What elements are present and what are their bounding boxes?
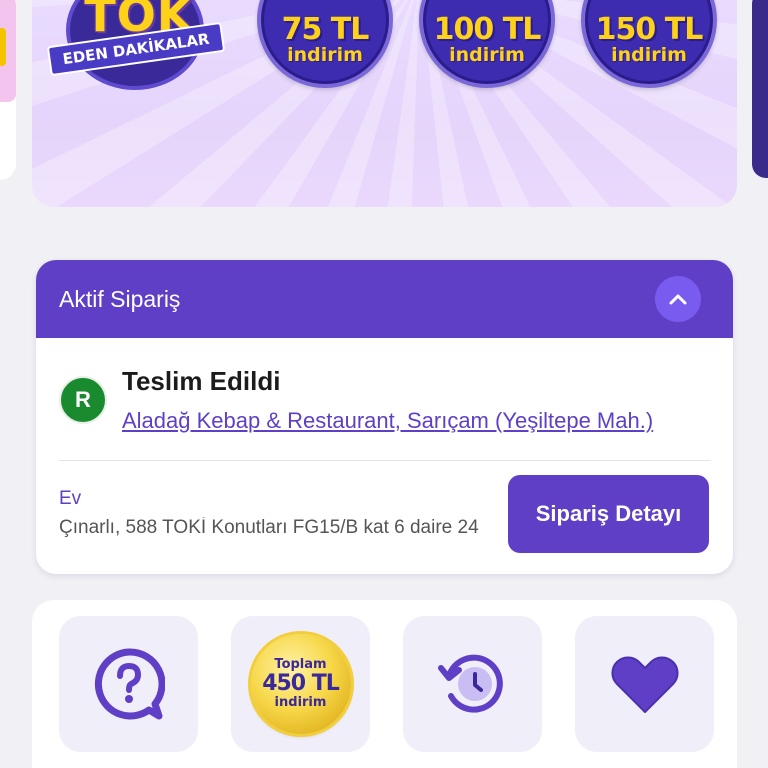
- discount-amount: 150 TL: [595, 11, 704, 47]
- promo-banner[interactable]: TOK EDEN DAKİKALAR 75 TL indirim 100 TL …: [32, 0, 737, 207]
- discount-badge-150: 150 TL indirim: [581, 0, 717, 88]
- history-icon: [437, 654, 503, 713]
- order-status: Teslim Edildi: [122, 366, 281, 396]
- help-tile[interactable]: [59, 616, 198, 752]
- discount-amount: 75 TL: [281, 11, 370, 47]
- previous-promo-card[interactable]: [0, 0, 16, 180]
- savings-amount: 450 TL: [262, 671, 340, 697]
- order-detail-button[interactable]: Sipariş Detayı: [508, 475, 709, 553]
- next-promo-card[interactable]: [752, 0, 768, 178]
- collapse-button[interactable]: [655, 276, 701, 322]
- restaurant-link[interactable]: Aladağ Kebap & Restaurant, Sarıçam (Yeşi…: [122, 408, 702, 434]
- help-icon: [94, 648, 165, 720]
- discount-amount: 100 TL: [433, 11, 542, 47]
- discount-badge-100: 100 TL indirim: [419, 0, 555, 88]
- discount-badge-75: 75 TL indirim: [257, 0, 393, 88]
- active-order-body: R Teslim Edildi Aladağ Kebap & Restauran…: [36, 338, 733, 574]
- total-savings-tile[interactable]: Toplam 450 TL indirim: [231, 616, 370, 752]
- discount-label: indirim: [611, 43, 687, 66]
- restaurant-avatar: R: [59, 376, 107, 424]
- savings-top-label: Toplam: [274, 657, 327, 673]
- heart-icon: [610, 656, 679, 713]
- divider: [59, 460, 711, 461]
- quick-actions-panel: Toplam 450 TL indirim: [32, 600, 737, 768]
- discount-label: indirim: [287, 43, 363, 66]
- active-order-header[interactable]: Aktif Sipariş: [36, 260, 733, 338]
- previous-promo-tag: [0, 28, 6, 66]
- order-history-tile[interactable]: [403, 616, 542, 752]
- savings-coin-icon: Toplam 450 TL indirim: [250, 634, 351, 734]
- campaign-logo: TOK EDEN DAKİKALAR: [46, 0, 226, 92]
- savings-bottom-label: indirim: [274, 694, 327, 710]
- favorites-tile[interactable]: [575, 616, 714, 752]
- address-label: Ev: [59, 488, 82, 509]
- active-order-card: Aktif Sipariş R Teslim Edildi Aladağ Keb…: [36, 260, 733, 574]
- chevron-up-icon: [669, 294, 687, 305]
- active-order-title: Aktif Sipariş: [59, 285, 181, 312]
- discount-label: indirim: [449, 43, 525, 66]
- delivery-address: Çınarlı, 588 TOKİ Konutları FG15/B kat 6…: [59, 517, 479, 538]
